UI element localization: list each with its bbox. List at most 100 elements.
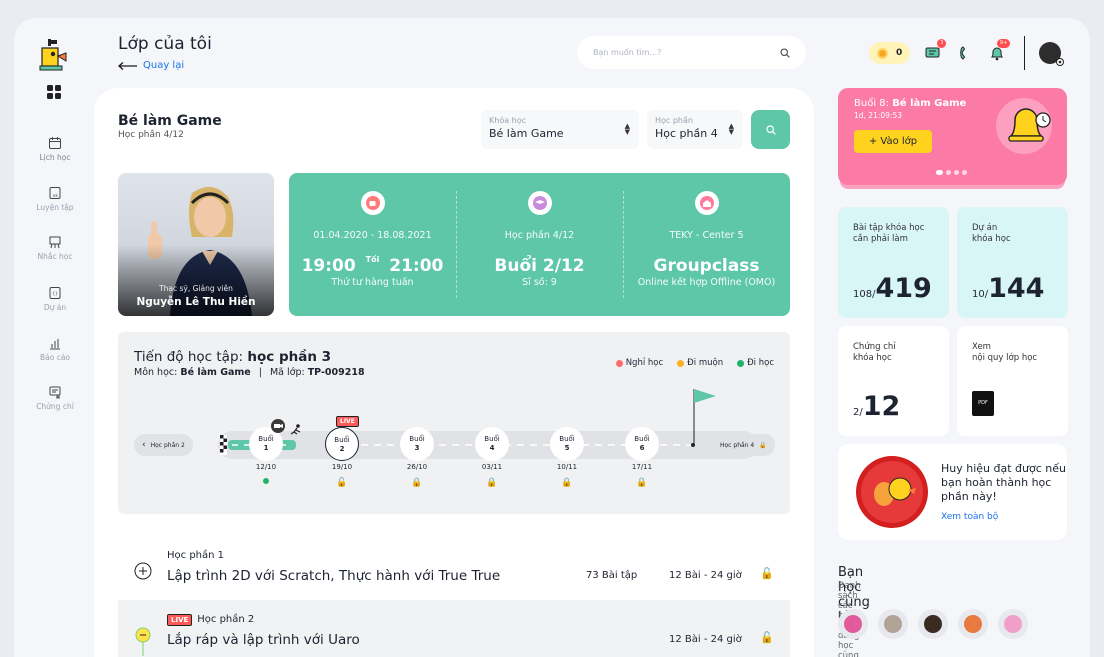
- lesson-row[interactable]: LIVE Học phần 2 Lắp ráp và lập trình với …: [118, 600, 790, 657]
- session-label: Buổi: [334, 436, 350, 444]
- search-input[interactable]: Bạn muốn tìm...?: [577, 36, 806, 69]
- lesson-title: Lập trình 2D với Scratch, Thực hành với …: [167, 568, 501, 584]
- session-number: 6: [639, 444, 645, 452]
- session-node-2[interactable]: Buổi 2 19/10 🔓 LIVE: [324, 416, 360, 488]
- session-bubble-current: Buổi 2: [325, 427, 359, 461]
- sidebar-item-schedule[interactable]: Lịch học: [14, 136, 96, 162]
- achievement-badge-icon: [856, 456, 928, 528]
- classmate-avatar[interactable]: [958, 609, 988, 639]
- schedule-time: 19:00 Tối 21:00: [289, 255, 456, 276]
- module-select-value: Học phần 4: [655, 127, 718, 140]
- teacher-role: Thạc sỹ, Giảng viên: [159, 284, 233, 293]
- sidebar-item-reminder[interactable]: Nhắc học: [14, 235, 96, 261]
- sidebar-item-label: Chứng chỉ: [36, 402, 74, 411]
- coffee-icon: [360, 191, 385, 215]
- class-mode: Online kết hợp Offline (OMO): [637, 277, 776, 288]
- course-select[interactable]: Khóa học Bé làm Game ▲ ▼: [481, 110, 639, 149]
- next-module-button[interactable]: Học phần 4 🔒: [712, 434, 775, 456]
- sidebar-item-certificate[interactable]: Chứng chỉ: [14, 385, 96, 411]
- progress-title-prefix: Tiến độ học tập:: [134, 349, 248, 365]
- join-class-button[interactable]: + Vào lớp: [854, 130, 932, 153]
- reminder-icon: [49, 236, 61, 249]
- lesson-duration: 12 Bài - 24 giờ: [669, 634, 742, 645]
- expand-plus-icon[interactable]: [134, 562, 152, 580]
- class-rules-card[interactable]: Xem nội quy lớp học PDF: [957, 326, 1068, 436]
- session-number: 4: [489, 444, 495, 452]
- phone-button[interactable]: [956, 44, 974, 62]
- classmate-avatar[interactable]: [838, 609, 868, 639]
- module-select-label: Học phần: [655, 116, 693, 125]
- pdf-file-icon[interactable]: PDF: [972, 391, 994, 416]
- filter-search-button[interactable]: [751, 110, 790, 149]
- search-icon[interactable]: [780, 47, 790, 58]
- notification-button[interactable]: 9+: [988, 39, 1011, 62]
- lesson-module-label: Học phần 1: [167, 550, 225, 561]
- legend-absent: Nghỉ học: [615, 358, 663, 368]
- session-bubble: Buổi 3: [400, 427, 434, 461]
- lock-icon: 🔒: [411, 478, 423, 488]
- separator: |: [258, 367, 262, 378]
- classmate-avatar[interactable]: [878, 609, 908, 639]
- progress-panel: Tiến độ học tập: học phần 3 Môn học: Bé …: [118, 332, 790, 514]
- lesson-module-label: LIVE Học phần 2: [167, 614, 254, 626]
- module-select[interactable]: Học phần Học phần 4 ▲ ▼: [647, 110, 743, 149]
- module-column: Học phần 4/12 Buổi 2/12 Sĩ số: 9: [456, 173, 623, 316]
- legend-present-label: Đi học: [747, 358, 774, 368]
- course-select-label: Khóa học: [489, 116, 527, 125]
- schedule-dates: 01.04.2020 - 18.08.2021: [313, 230, 432, 241]
- dashboard-grid-icon[interactable]: [47, 85, 61, 99]
- certificate-icon: [49, 386, 61, 399]
- pdf-label: PDF: [978, 400, 988, 406]
- coin-counter[interactable]: 0: [869, 42, 911, 64]
- session-label: Buổi: [559, 435, 575, 443]
- session-node-4[interactable]: Buổi 4 03/11 🔒: [474, 427, 510, 488]
- graduation-cap-icon: [527, 191, 552, 215]
- course-name: Bé làm Game: [180, 367, 251, 378]
- sidebar-item-label: Lịch học: [39, 153, 71, 162]
- sidebar-item-practice[interactable]: ok Luyện tập: [14, 186, 96, 212]
- notification-badge: 9+: [996, 39, 1011, 48]
- session-number: 5: [564, 444, 570, 452]
- lesson-row[interactable]: Học phần 1 Lập trình 2D với Scratch, Thự…: [118, 536, 790, 600]
- session-label: Buổi: [409, 435, 425, 443]
- exercise-stat-card[interactable]: Bài tập khóa học cần phải làm 108/419: [838, 207, 949, 318]
- lock-icon: 🔒: [486, 478, 498, 488]
- back-link[interactable]: Quay lại: [118, 60, 184, 71]
- prev-module-label: Học phần 2: [150, 441, 185, 449]
- sidebar-item-project[interactable]: {} Dự án: [14, 286, 96, 312]
- view-all-link[interactable]: Xem toàn bộ: [941, 512, 998, 522]
- sidebar-item-label: Nhắc học: [37, 252, 73, 261]
- alarm-bell-icon: [996, 98, 1052, 154]
- session-node-6[interactable]: Buổi 6 17/11 🔒: [624, 427, 660, 488]
- duck-logo[interactable]: [34, 36, 74, 76]
- session-bubble: Buổi 4: [475, 427, 509, 461]
- center-column: TEKY - Center 5 Groupclass Online kết hợ…: [623, 173, 790, 316]
- classmate-avatar[interactable]: [998, 609, 1028, 639]
- sort-arrows-icon: ▲ ▼: [624, 122, 630, 136]
- session-node-1[interactable]: Buổi 1 12/10: [248, 419, 301, 488]
- session-node-3[interactable]: Buổi 3 26/10 🔒: [399, 427, 435, 488]
- certificate-stat-card[interactable]: Chứng chỉ khóa học 2/12: [838, 326, 949, 436]
- classmate-avatar[interactable]: [918, 609, 948, 639]
- session-node-5[interactable]: Buổi 5 10/11 🔒: [549, 427, 585, 488]
- prev-module-button[interactable]: ‹ Học phần 2: [134, 434, 193, 456]
- session-date: 12/10: [255, 463, 277, 471]
- upcoming-prefix: Buổi 8:: [854, 98, 893, 109]
- user-avatar[interactable]: [1039, 42, 1065, 66]
- legend-late: Đi muộn: [677, 358, 723, 368]
- sidebar-item-report[interactable]: Báo cáo: [14, 336, 96, 362]
- module-label: Học phần 4/12: [504, 230, 575, 241]
- upcoming-session-card: Buổi 8: Bé làm Game 1d, 21:09:53 + Vào l…: [838, 88, 1067, 185]
- carousel-dots[interactable]: [936, 170, 967, 175]
- chat-button[interactable]: 3: [924, 39, 947, 62]
- code-label: Mã lớp:: [269, 367, 308, 378]
- teacher-card: Thạc sỹ, Giảng viên Nguyễn Lê Thu Hiền: [118, 173, 274, 316]
- project-stat-card[interactable]: Dự án khóa học 10/144: [957, 207, 1068, 318]
- search-icon: [765, 124, 776, 135]
- runner-icon: [290, 424, 301, 435]
- video-camera-icon[interactable]: [271, 419, 285, 433]
- project-done: 10/: [972, 289, 989, 300]
- session-count: Buổi 2/12: [494, 256, 585, 276]
- legend-late-label: Đi muộn: [687, 358, 724, 368]
- settings-gear-icon[interactable]: [1055, 57, 1065, 67]
